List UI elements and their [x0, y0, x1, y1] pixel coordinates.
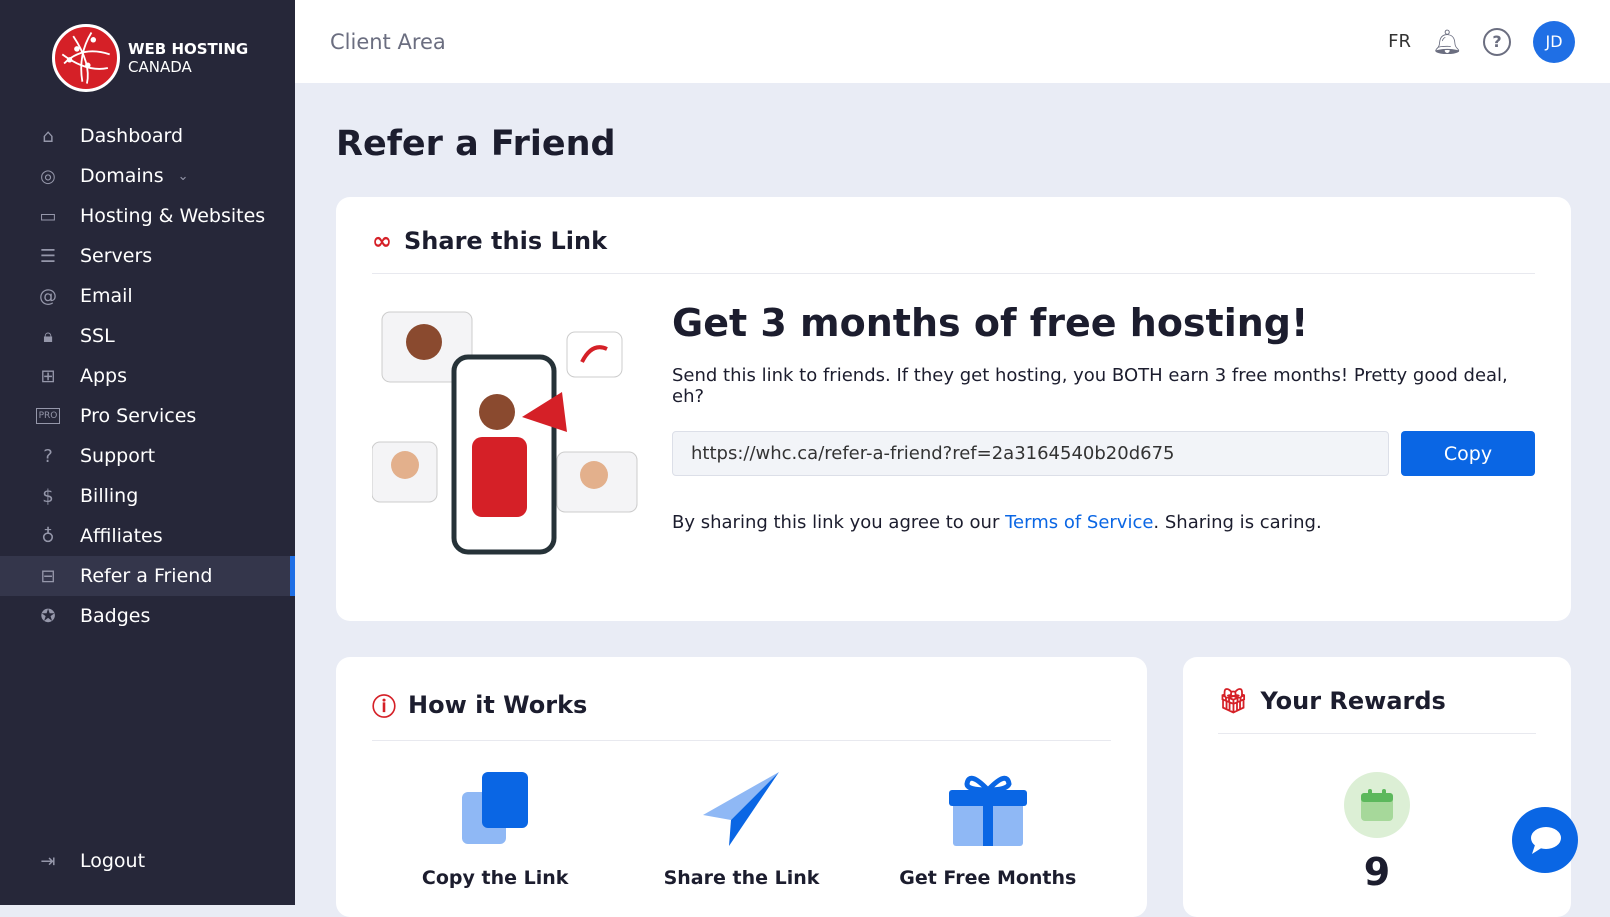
brand-line2: CANADA	[128, 58, 192, 76]
page-title: Refer a Friend	[336, 124, 616, 164]
sidebar-item-label: Servers	[80, 245, 153, 267]
logout-label: Logout	[80, 850, 146, 872]
sidebar-item-label: Dashboard	[80, 125, 184, 147]
sidebar-item-billing[interactable]: $ Billing	[0, 476, 295, 516]
sidebar-item-label: Hosting & Websites	[80, 205, 266, 227]
globe-logo-icon	[52, 24, 120, 92]
terms-of-service-link[interactable]: Terms of Service	[1005, 512, 1153, 533]
server-icon: ☰	[39, 245, 57, 267]
paper-plane-icon	[703, 772, 780, 846]
sidebar-item-domains[interactable]: ◎ Domains ⌄	[0, 156, 295, 196]
copy-button[interactable]: Copy	[1401, 431, 1535, 476]
sidebar-item-affiliates[interactable]: ♁ Affiliates	[0, 516, 295, 556]
chat-button[interactable]	[1512, 807, 1578, 873]
terms-text-post: . Sharing is caring.	[1153, 512, 1322, 533]
terms-notice: By sharing this link you agree to our Te…	[672, 512, 1535, 533]
sidebar-item-label: Apps	[80, 365, 128, 387]
step-share: Share the Link	[631, 769, 851, 889]
sidebar-item-apps[interactable]: ⊞ Apps	[0, 356, 295, 396]
step-get-months: Get Free Months	[878, 769, 1098, 889]
sidebar-item-pro-services[interactable]: PRO Pro Services	[0, 396, 295, 436]
step-label: Copy the Link	[421, 867, 569, 889]
logo[interactable]: WEB HOSTING CANADA	[52, 24, 248, 92]
bell-icon[interactable]: 🔔︎	[1432, 28, 1462, 56]
topbar-title: Client Area	[330, 29, 446, 54]
lock-icon: 🔒︎	[43, 325, 53, 347]
link-icon: ∞	[372, 227, 392, 255]
at-icon: @	[39, 285, 57, 307]
info-icon: ⓘ	[372, 693, 396, 721]
sidebar: WEB HOSTING CANADA ⌂ Dashboard ◎ Domains ⌄ ▭ Ho…	[0, 0, 295, 905]
step-label: Get Free Months	[899, 867, 1077, 889]
gift-icon: 🎁︎	[1218, 687, 1249, 715]
dollar-icon: $	[42, 485, 54, 507]
sidebar-item-email[interactable]: @ Email	[0, 276, 295, 316]
promo-description: Send this link to friends. If they get h…	[672, 365, 1508, 407]
rewards-card-title: Your Rewards	[1260, 687, 1446, 715]
chevron-down-icon[interactable]: ⌄	[178, 169, 189, 184]
sidebar-item-label: Badges	[80, 605, 151, 627]
sidebar-item-ssl[interactable]: 🔒︎ SSL	[0, 316, 295, 356]
browser-icon: ▭	[39, 205, 57, 227]
pro-icon: PRO	[36, 408, 60, 424]
chat-bubble-icon	[1531, 827, 1561, 854]
sidebar-item-label: Affiliates	[80, 525, 163, 547]
money-bag-icon: ♁	[41, 525, 55, 547]
copy-icon	[462, 772, 529, 844]
share-card-title: Share this Link	[404, 227, 608, 255]
sidebar-item-label: Billing	[80, 485, 139, 507]
calendar-icon	[1344, 772, 1410, 838]
terms-text-pre: By sharing this link you agree to our	[672, 512, 1006, 533]
sidebar-item-support[interactable]: ? Support	[0, 436, 295, 476]
home-icon: ⌂	[42, 125, 54, 147]
referral-link-input[interactable]	[672, 431, 1389, 476]
logout-button[interactable]: ⇥ Logout	[0, 841, 295, 881]
step-label: Share the Link	[663, 867, 820, 889]
sidebar-item-label: Pro Services	[80, 405, 197, 427]
sidebar-item-label: SSL	[80, 325, 115, 347]
badge-icon: ✪	[40, 605, 56, 627]
avatar[interactable]: JD	[1533, 20, 1575, 63]
sidebar-item-label: Support	[80, 445, 156, 467]
gift-box-icon	[948, 775, 1027, 846]
sidebar-item-label: Domains	[80, 165, 164, 187]
sidebar-item-refer-a-friend[interactable]: ⊟ Refer a Friend	[0, 556, 295, 596]
promo-headline: Get 3 months of free hosting!	[672, 301, 1309, 345]
sidebar-item-dashboard[interactable]: ⌂ Dashboard	[0, 116, 295, 156]
support-icon: ?	[43, 445, 53, 467]
step-copy: Copy the Link	[385, 769, 605, 889]
sidebar-item-servers[interactable]: ☰ Servers	[0, 236, 295, 276]
rewards-count: 9	[1363, 850, 1391, 894]
sidebar-item-label: Email	[80, 285, 133, 307]
sidebar-item-hosting-websites[interactable]: ▭ Hosting & Websites	[0, 196, 295, 236]
sidebar-item-label: Refer a Friend	[80, 565, 213, 587]
help-icon[interactable]: ?	[1483, 27, 1511, 56]
how-it-works-card: ⓘ How it Works Copy the Link Share the Li…	[336, 657, 1147, 917]
logout-icon: ⇥	[40, 850, 56, 872]
how-card-title: How it Works	[408, 690, 588, 719]
globe-icon: ◎	[40, 165, 56, 187]
referral-illustration	[372, 311, 638, 555]
sidebar-item-badges[interactable]: ✪ Badges	[0, 596, 295, 636]
share-link-card: ∞ Share this Link Get 3 months of free ho…	[336, 197, 1571, 621]
gift-icon: ⊟	[40, 565, 56, 587]
apps-icon: ⊞	[40, 365, 56, 387]
topbar: Client Area FR 🔔︎ ? JD	[295, 0, 1610, 83]
brand-line1: WEB HOSTING	[128, 40, 249, 58]
rewards-card: 🎁︎ Your Rewards 9	[1183, 657, 1571, 917]
sidebar-nav: ⌂ Dashboard ◎ Domains ⌄ ▭ Hosting & Websites ☰ S…	[0, 116, 295, 636]
language-toggle[interactable]: FR	[1388, 31, 1411, 52]
